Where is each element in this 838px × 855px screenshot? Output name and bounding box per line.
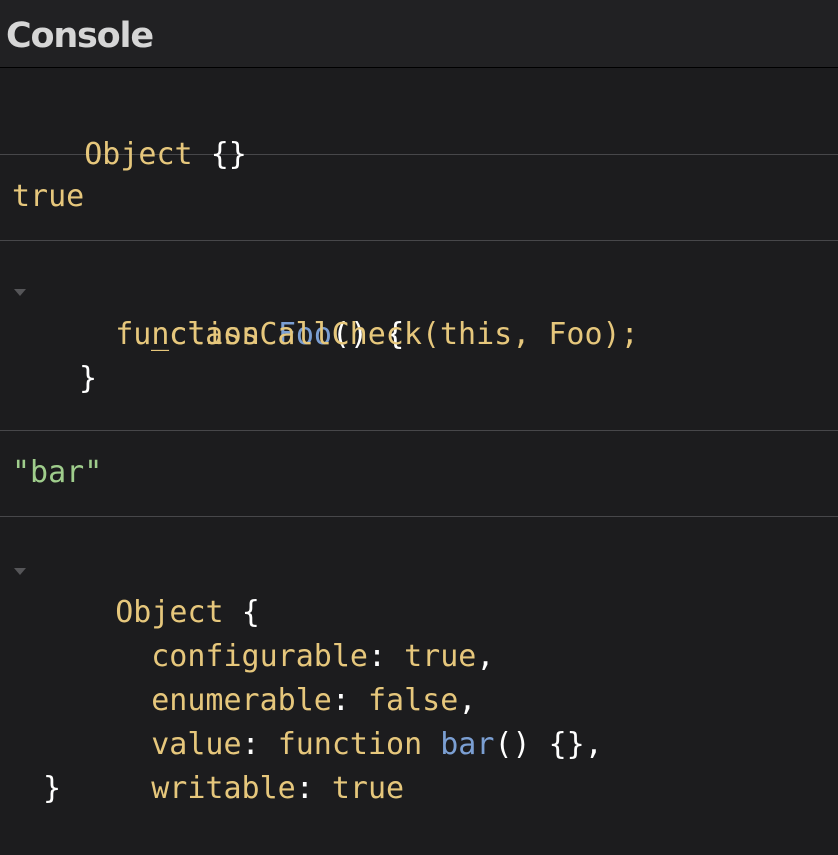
disclosure-triangle-icon[interactable]	[14, 289, 26, 296]
string-value: "bar"	[12, 455, 103, 490]
function-body: _classCallCheck(this, Foo);	[151, 317, 639, 352]
disclosure-triangle-icon[interactable]	[14, 568, 26, 575]
property-row: writable: true	[79, 723, 404, 855]
property-value: true	[331, 771, 405, 806]
property-comma: ,	[476, 639, 495, 674]
function-close-brace: }	[79, 361, 98, 396]
object-close-brace: }	[43, 771, 62, 806]
console-entry-descriptor[interactable]: Object { configurable: true, enumerable:…	[0, 517, 838, 820]
property-value-function-name: bar	[440, 727, 495, 762]
property-comma: ,	[584, 727, 603, 762]
console-title: Console	[6, 16, 154, 56]
property-value-braces: {}	[548, 727, 585, 762]
property-value-parens: ()	[494, 727, 531, 762]
console-entry-function[interactable]: function Foo() { _classCallCheck(this, F…	[0, 241, 838, 431]
boolean-value: true	[12, 179, 85, 214]
property-separator: :	[295, 771, 332, 806]
property-key: writable	[151, 771, 296, 806]
console-header: Console	[0, 0, 838, 68]
console-entry-object[interactable]: Object {}	[0, 68, 838, 172]
console-entry-string[interactable]: "bar"	[0, 431, 838, 517]
console-entry-boolean[interactable]: true	[0, 155, 838, 241]
